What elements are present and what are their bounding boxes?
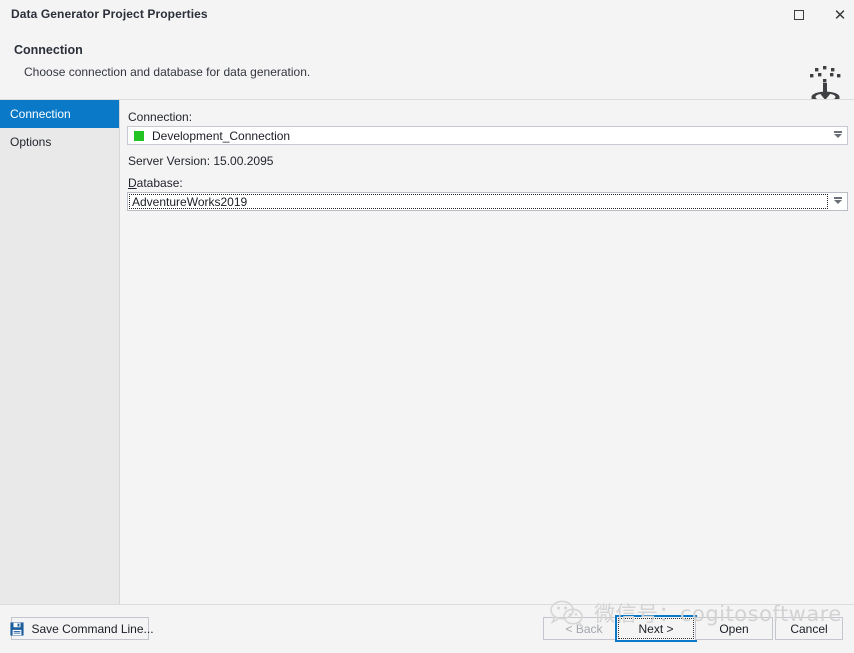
maximize-icon[interactable]	[780, 0, 818, 30]
sidebar-item-label: Options	[10, 135, 52, 149]
sidebar-item-connection[interactable]: Connection	[0, 100, 119, 128]
connection-status-indicator-icon	[134, 130, 144, 141]
close-glyph: ✕	[833, 5, 847, 24]
sidebar-nav: Connection Options	[0, 100, 120, 604]
focus-outline	[618, 618, 694, 639]
page-title: Connection	[14, 43, 83, 57]
chevron-down-icon[interactable]	[829, 193, 847, 210]
connection-value: Development_Connection	[152, 128, 291, 143]
content-pane: Connection: Development_Connection Serve…	[121, 100, 854, 604]
floppy-disk-save-icon	[10, 621, 25, 636]
close-icon[interactable]: ✕	[821, 0, 854, 30]
cancel-button[interactable]: Cancel	[775, 617, 843, 640]
database-label: Database:	[128, 176, 183, 190]
cancel-button-label: Cancel	[790, 621, 828, 636]
connection-label: Connection:	[128, 110, 193, 124]
sidebar-item-options[interactable]: Options	[0, 128, 119, 156]
open-button-label: Open	[719, 621, 749, 636]
back-button-label: < Back	[565, 621, 603, 636]
footer-divider	[0, 604, 854, 605]
window-title: Data Generator Project Properties	[11, 7, 208, 21]
database-combobox[interactable]: AdventureWorks2019	[127, 192, 848, 211]
page-subtitle: Choose connection and database for data …	[24, 65, 311, 79]
sidebar-item-label: Connection	[10, 107, 71, 121]
dialog-window: Data Generator Project Properties ✕ Conn…	[0, 0, 854, 653]
save-command-line-button[interactable]: Save Command Line...	[10, 617, 154, 640]
back-button[interactable]: < Back	[543, 617, 625, 640]
footer-bar: Save Command Line... < Back Next > Open …	[0, 604, 854, 653]
connection-combobox[interactable]: Development_Connection	[127, 126, 848, 145]
focus-outline	[129, 194, 828, 209]
server-version-text: Server Version: 15.00.2095	[128, 154, 274, 168]
title-bar: Data Generator Project Properties ✕	[0, 0, 854, 30]
database-label-rest: atabase:	[136, 176, 183, 190]
chevron-down-icon[interactable]	[829, 127, 847, 144]
open-button[interactable]: Open	[695, 617, 773, 640]
next-button[interactable]: Next >	[615, 615, 697, 642]
database-label-mnemonic: D	[128, 176, 137, 190]
maximize-glyph	[794, 10, 804, 20]
save-command-line-label: Save Command Line...	[31, 621, 154, 636]
page-header: Connection Choose connection and databas…	[0, 30, 854, 115]
